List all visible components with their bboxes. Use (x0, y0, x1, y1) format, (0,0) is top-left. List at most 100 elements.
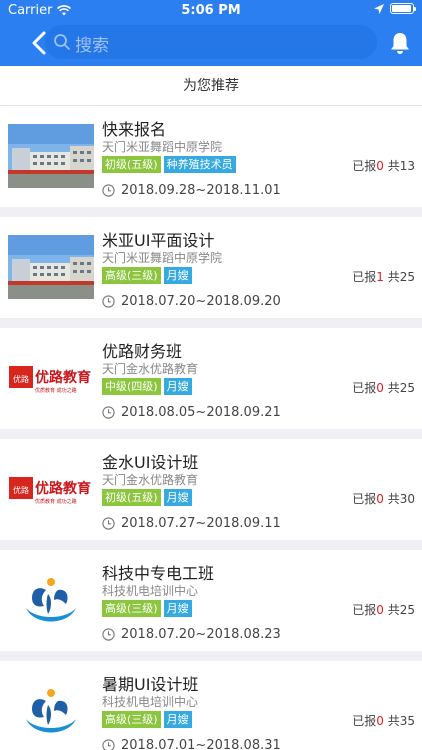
clock-icon (102, 628, 115, 641)
course-dates: 2018.07.01~2018.08.31 (121, 738, 281, 750)
course-title: 暑期UI设计班 (102, 675, 199, 694)
registered-count: 0 (376, 381, 384, 395)
level-tag: 初级(五级) (102, 489, 161, 506)
total-label: 共 (387, 270, 400, 284)
search-placeholder: 搜索 (75, 36, 109, 56)
date-row: 2018.08.05~2018.09.21 (102, 405, 281, 420)
course-tags: 高级(三级) 月嫂 (102, 267, 192, 284)
total-count: 25 (399, 270, 415, 284)
course-thumbnail: 优路 优路教育 优质教育 成功之路 (8, 346, 94, 410)
total-label: 共 (387, 603, 400, 617)
course-thumbnail (8, 568, 94, 632)
course-tags: 高级(三级) 月嫂 (102, 600, 192, 617)
registered-count: 0 (376, 492, 384, 506)
search-input[interactable]: 搜索 (45, 25, 377, 59)
date-row: 2018.09.28~2018.11.01 (102, 183, 281, 198)
course-school: 科技机电培训中心 (102, 695, 199, 709)
status-right (374, 3, 416, 14)
course-card[interactable]: 暑期UI设计班 科技机电培训中心 高级(三级) 月嫂 已报0 共35 2018.… (0, 661, 422, 750)
registered-count: 0 (376, 714, 384, 728)
date-row: 2018.07.20~2018.09.20 (102, 294, 281, 309)
registered-label: 已报 (352, 603, 377, 617)
type-tag: 种养殖技术员 (163, 156, 236, 173)
youlu-logo: 优路 优路教育 优质教育 成功之路 (8, 346, 94, 410)
course-title: 金水UI设计班 (102, 453, 199, 472)
total-count: 30 (399, 492, 415, 506)
level-tag: 中级(四级) (102, 378, 161, 395)
course-thumbnail (8, 235, 94, 299)
course-school: 天门金水优路教育 (102, 473, 199, 487)
course-tags: 高级(三级) 月嫂 (102, 711, 192, 728)
course-card[interactable]: 优路 优路教育 优质教育 成功之路 优路财务班 天门金水优路教育 中级(四级) 月嫂… (0, 328, 422, 429)
course-school: 天门米亚舞蹈中原学院 (102, 251, 223, 265)
clock-icon (102, 739, 115, 750)
registered-count: 1 (376, 270, 384, 284)
type-tag: 月嫂 (163, 267, 192, 284)
course-school: 天门米亚舞蹈中原学院 (102, 140, 223, 154)
svg-text:优路教育: 优路教育 (35, 480, 91, 497)
course-card[interactable]: 优路 优路教育 优质教育 成功之路 金水UI设计班 天门金水优路教育 初级(五级) … (0, 439, 422, 540)
svg-text:优质教育 成功之路: 优质教育 成功之路 (35, 387, 77, 394)
date-row: 2018.07.20~2018.08.23 (102, 627, 281, 642)
level-tag: 高级(三级) (102, 600, 161, 617)
registered-count: 0 (376, 603, 384, 617)
date-row: 2018.07.01~2018.08.31 (102, 738, 281, 750)
course-title: 优路财务班 (102, 342, 183, 361)
level-tag: 高级(三级) (102, 711, 161, 728)
course-tags: 中级(四级) 月嫂 (102, 378, 192, 395)
registered-count: 0 (376, 159, 384, 173)
course-dates: 2018.07.20~2018.09.20 (121, 294, 281, 309)
course-thumbnail: 优路 优路教育 优质教育 成功之路 (8, 457, 94, 521)
course-title: 科技中专电工班 (102, 564, 215, 583)
svg-text:优路教育: 优路教育 (35, 369, 91, 386)
course-card[interactable]: 快来报名 天门米亚舞蹈中原学院 初级(五级) 种养殖技术员 已报0 共13 20… (0, 106, 422, 207)
svg-text:优路: 优路 (13, 485, 29, 495)
building-photo (8, 235, 94, 299)
total-label: 共 (387, 492, 400, 506)
course-card[interactable]: 米亚UI平面设计 天门米亚舞蹈中原学院 高级(三级) 月嫂 已报1 共25 20… (0, 217, 422, 318)
total-label: 共 (387, 159, 400, 173)
registered-label: 已报 (352, 270, 377, 284)
app-header: Carrier 5:06 PM 搜索 (0, 0, 422, 66)
registered-label: 已报 (352, 159, 377, 173)
enrollment-count: 已报0 共30 (352, 490, 415, 507)
svg-text:优质教育 成功之路: 优质教育 成功之路 (35, 498, 77, 505)
total-label: 共 (387, 381, 400, 395)
registered-label: 已报 (352, 492, 377, 506)
total-count: 35 (399, 714, 415, 728)
search-icon (54, 34, 70, 50)
registered-label: 已报 (352, 714, 377, 728)
total-count: 13 (399, 159, 415, 173)
registered-label: 已报 (352, 381, 377, 395)
enrollment-count: 已报0 共13 (352, 157, 415, 174)
level-tag: 高级(三级) (102, 267, 161, 284)
youlu-logo: 优路 优路教育 优质教育 成功之路 (8, 457, 94, 521)
clock-icon (102, 295, 115, 308)
course-school: 天门金水优路教育 (102, 362, 199, 376)
date-row: 2018.07.27~2018.09.11 (102, 516, 281, 531)
recommend-section-title: 为您推荐 (0, 66, 422, 106)
course-dates: 2018.07.27~2018.09.11 (121, 516, 281, 531)
bell-icon[interactable] (389, 31, 411, 55)
enrollment-count: 已报0 共35 (352, 712, 415, 729)
total-count: 25 (399, 381, 415, 395)
type-tag: 月嫂 (163, 489, 192, 506)
course-tags: 初级(五级) 种养殖技术员 (102, 156, 236, 173)
battery-fill (392, 5, 411, 12)
course-school: 科技机电培训中心 (102, 584, 199, 598)
course-dates: 2018.07.20~2018.08.23 (121, 627, 281, 642)
course-title: 快来报名 (102, 120, 167, 139)
course-tags: 初级(五级) 月嫂 (102, 489, 192, 506)
course-thumbnail (8, 124, 94, 188)
course-thumbnail (8, 679, 94, 743)
location-arrow-icon (374, 3, 384, 14)
status-time: 5:06 PM (181, 3, 241, 18)
building-photo (8, 124, 94, 188)
course-card[interactable]: 科技中专电工班 科技机电培训中心 高级(三级) 月嫂 已报0 共25 2018.… (0, 550, 422, 651)
level-tag: 初级(五级) (102, 156, 161, 173)
type-tag: 月嫂 (163, 600, 192, 617)
tech-center-logo (8, 679, 94, 743)
clock-icon (102, 184, 115, 197)
type-tag: 月嫂 (163, 378, 192, 395)
enrollment-count: 已报0 共25 (352, 601, 415, 618)
